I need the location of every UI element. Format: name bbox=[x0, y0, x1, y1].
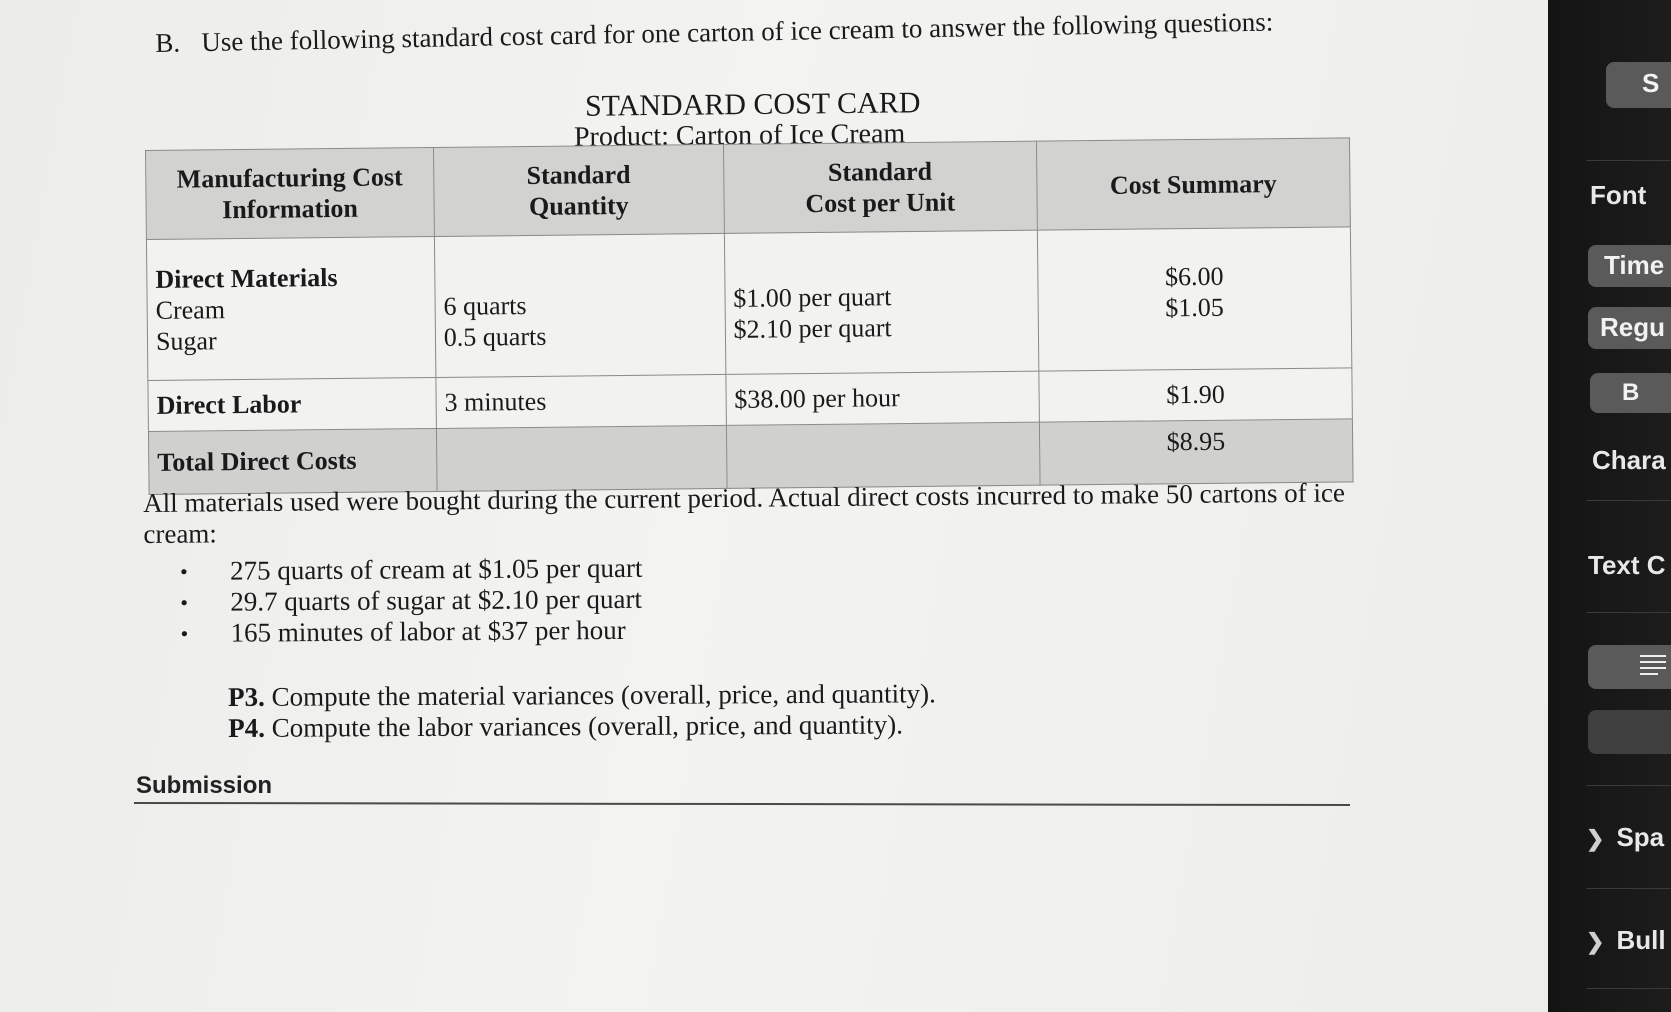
labor-cost: $38.00 per hour bbox=[725, 371, 1040, 426]
header-standard-quantity: Standard Quantity bbox=[433, 144, 725, 237]
list-item: 275 quarts of cream at $1.05 per quart bbox=[180, 553, 643, 587]
panel-divider bbox=[1586, 988, 1671, 989]
indent-button[interactable] bbox=[1588, 710, 1671, 754]
problem-p3: P3. Compute the material variances (over… bbox=[228, 678, 936, 712]
document-photo: B. Use the following standard cost card f… bbox=[0, 0, 1548, 1012]
panel-divider bbox=[1586, 612, 1671, 613]
actual-costs-paragraph: All materials used were bought during th… bbox=[143, 477, 1346, 549]
cost-card-table-wrapper: Manufacturing Cost Information Standard Qu… bbox=[145, 137, 1354, 495]
table-header-row: Manufacturing Cost Information Standard Qu… bbox=[145, 137, 1351, 240]
list-item: 165 minutes of labor at $37 per hour bbox=[180, 615, 643, 649]
sugar-summary: $1.05 bbox=[1165, 292, 1224, 323]
cream-summary: $6.00 bbox=[1164, 261, 1224, 292]
list-item: 29.7 quarts of sugar at $2.10 per quart bbox=[180, 584, 643, 618]
standard-cost-table: Manufacturing Cost Information Standard Qu… bbox=[145, 137, 1354, 495]
font-section-label: Font bbox=[1590, 180, 1647, 210]
sugar-cost: $2.10 per quart bbox=[733, 313, 892, 344]
sugar-label: Sugar bbox=[155, 325, 217, 356]
materials-quantity-cell: 6 quarts 0.5 quarts bbox=[434, 233, 726, 378]
header-manufacturing-cost: Manufacturing Cost Information bbox=[145, 147, 435, 240]
direct-labor-label: Direct Labor bbox=[147, 377, 437, 432]
header-cost-summary: Cost Summary bbox=[1036, 137, 1351, 231]
total-summary: $8.95 bbox=[1039, 418, 1354, 486]
actual-costs-list: 275 quarts of cream at $1.05 per quart 2… bbox=[180, 553, 643, 649]
panel-divider bbox=[1586, 160, 1671, 161]
align-lines-icon bbox=[1640, 655, 1666, 675]
cream-cost: $1.00 per quart bbox=[733, 282, 892, 313]
font-family-dropdown[interactable]: Time bbox=[1588, 245, 1671, 287]
alignment-button[interactable] bbox=[1588, 645, 1671, 689]
labor-quantity: 3 minutes bbox=[435, 374, 727, 429]
panel-divider bbox=[1586, 888, 1671, 889]
total-cost-empty bbox=[726, 422, 1040, 489]
character-styles-label[interactable]: Chara bbox=[1592, 445, 1666, 476]
text-color-label[interactable]: Text C bbox=[1588, 550, 1666, 581]
chevron-right-icon: ❯ bbox=[1586, 826, 1605, 851]
total-quantity-empty bbox=[436, 425, 727, 492]
materials-summary-cell: $6.00 $1.05 bbox=[1037, 226, 1352, 372]
chevron-right-icon: ❯ bbox=[1586, 929, 1605, 954]
question-text: Use the following standard cost card for… bbox=[200, 6, 1274, 58]
problems: P3. Compute the material variances (over… bbox=[228, 678, 936, 744]
font-style-dropdown[interactable]: Regu bbox=[1588, 307, 1671, 349]
bold-button[interactable]: B bbox=[1590, 373, 1671, 413]
direct-materials-label: Direct Materials bbox=[155, 262, 338, 294]
panel-divider bbox=[1586, 785, 1671, 786]
format-side-panel: S Font Time Regu B Chara Text C ❯ Spa ❯ Bu… bbox=[1548, 0, 1671, 1012]
table-row-direct-materials: Direct Materials Cream Sugar 6 quarts 0.… bbox=[146, 226, 1352, 381]
cream-label: Cream bbox=[155, 294, 226, 325]
header-standard-cost: Standard Cost per Unit bbox=[723, 141, 1038, 234]
style-button[interactable]: S bbox=[1606, 62, 1671, 108]
panel-divider bbox=[1586, 500, 1671, 501]
submission-underline bbox=[133, 801, 1351, 807]
submission-heading: Submission bbox=[136, 772, 273, 799]
question-label: B. bbox=[155, 27, 181, 58]
spacing-section[interactable]: ❯ Spa bbox=[1586, 822, 1664, 853]
materials-cost-cell: $1.00 per quart $2.10 per quart bbox=[724, 230, 1039, 375]
bullets-section[interactable]: ❯ Bull bbox=[1586, 925, 1666, 956]
sugar-quantity: 0.5 quarts bbox=[443, 321, 547, 352]
cream-quantity: 6 quarts bbox=[443, 291, 527, 321]
direct-materials-cell: Direct Materials Cream Sugar bbox=[146, 236, 436, 381]
problem-p4: P4. Compute the labor variances (overall… bbox=[228, 709, 904, 743]
labor-summary: $1.90 bbox=[1038, 367, 1353, 423]
total-label: Total Direct Costs bbox=[148, 428, 437, 495]
question-heading: B. Use the following standard cost card f… bbox=[155, 7, 1274, 59]
